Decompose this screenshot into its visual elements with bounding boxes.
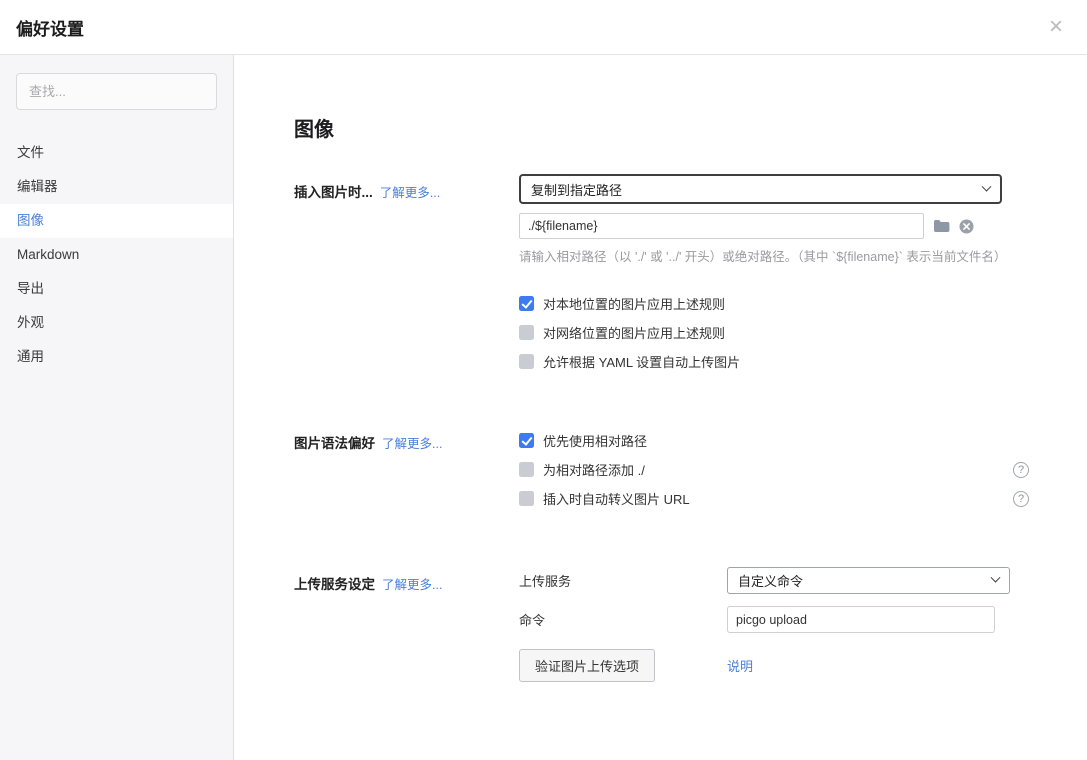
sidebar-item-image[interactable]: 图像	[0, 204, 233, 238]
checkbox-label: 对网络位置的图片应用上述规则	[543, 323, 725, 342]
page-title: 图像	[294, 113, 1031, 142]
upload-command-label: 命令	[519, 610, 727, 629]
checkbox[interactable]	[519, 491, 534, 506]
section-upload-service: 上传服务设定 了解更多... 上传服务 自定义命令 命令	[294, 567, 1031, 694]
copy-path-input[interactable]	[519, 213, 924, 239]
sidebar: 文件 编辑器 图像 Markdown 导出 外观 通用	[0, 55, 234, 760]
close-icon[interactable]: ×	[1043, 13, 1069, 41]
chevron-down-icon	[991, 573, 1001, 583]
checkbox-row-web-images[interactable]: 对网络位置的图片应用上述规则	[519, 322, 1029, 343]
section-label-col: 插入图片时... 了解更多...	[294, 174, 519, 201]
main-panel: 图像 插入图片时... 了解更多... 复制到指定路径	[234, 55, 1087, 760]
sidebar-item-general[interactable]: 通用	[0, 340, 233, 374]
checkbox-label: 为相对路径添加 ./	[543, 460, 645, 479]
upload-command-input[interactable]	[727, 606, 995, 633]
search-box	[16, 73, 217, 110]
checkbox-row-add-dot-slash[interactable]: 为相对路径添加 ./ ?	[519, 459, 1029, 480]
section-upload-title: 上传服务设定	[294, 573, 375, 593]
syntax-learn-more-link[interactable]: 了解更多...	[382, 433, 442, 452]
insert-action-select[interactable]: 复制到指定路径	[519, 174, 1002, 204]
upload-command-row: 命令	[519, 606, 1029, 633]
checkbox[interactable]	[519, 296, 534, 311]
upload-service-label: 上传服务	[519, 571, 727, 590]
section-label-col: 图片语法偏好 了解更多...	[294, 430, 519, 452]
checkbox-label: 对本地位置的图片应用上述规则	[543, 294, 725, 313]
section-label-col: 上传服务设定 了解更多...	[294, 567, 519, 593]
checkbox-row-local-images[interactable]: 对本地位置的图片应用上述规则	[519, 293, 1029, 314]
sidebar-item-editor[interactable]: 编辑器	[0, 170, 233, 204]
checkbox-label: 插入时自动转义图片 URL	[543, 489, 690, 508]
upload-validate-row: 验证图片上传选项 说明	[519, 649, 1029, 682]
search-input[interactable]	[16, 73, 217, 110]
window-header: 偏好设置 ×	[0, 0, 1087, 55]
preferences-window: 偏好设置 × 文件 编辑器 图像 Markdown 导出 外观 通用 图像 插入…	[0, 0, 1087, 760]
help-icon[interactable]: ?	[1013, 462, 1029, 478]
checkbox-row-escape-url[interactable]: 插入时自动转义图片 URL ?	[519, 488, 1029, 509]
insert-learn-more-link[interactable]: 了解更多...	[380, 182, 440, 201]
section-syntax-title: 图片语法偏好	[294, 432, 375, 452]
insert-action-select-value: 复制到指定路径	[531, 180, 622, 199]
section-insert-title: 插入图片时...	[294, 181, 373, 201]
sidebar-item-markdown[interactable]: Markdown	[0, 238, 233, 272]
checkbox-label: 允许根据 YAML 设置自动上传图片	[543, 352, 740, 371]
section-insert-image: 插入图片时... 了解更多... 复制到指定路径	[294, 174, 1031, 380]
checkbox[interactable]	[519, 433, 534, 448]
sidebar-item-appearance[interactable]: 外观	[0, 306, 233, 340]
checkbox-label: 优先使用相对路径	[543, 431, 647, 450]
clear-path-icon[interactable]	[959, 219, 974, 234]
path-hint-text: 请输入相对路径（以 './' 或 '../' 开头）或绝对路径。（其中 `${f…	[519, 246, 1029, 265]
help-icon[interactable]: ?	[1013, 491, 1029, 507]
validate-upload-button[interactable]: 验证图片上传选项	[519, 649, 655, 682]
section-image-syntax: 图片语法偏好 了解更多... 优先使用相对路径 为相对路径添加 ./ ?	[294, 430, 1031, 517]
upload-doc-link[interactable]: 说明	[727, 656, 753, 675]
upload-service-select[interactable]: 自定义命令	[727, 567, 1010, 594]
checkbox[interactable]	[519, 462, 534, 477]
folder-icon[interactable]	[933, 219, 950, 233]
path-row	[519, 213, 1029, 239]
checkbox-row-prefer-relative[interactable]: 优先使用相对路径	[519, 430, 1029, 451]
checkbox[interactable]	[519, 325, 534, 340]
checkbox[interactable]	[519, 354, 534, 369]
upload-learn-more-link[interactable]: 了解更多...	[382, 574, 442, 593]
window-title: 偏好设置	[16, 15, 84, 40]
chevron-down-icon	[982, 181, 992, 191]
upload-service-select-value: 自定义命令	[738, 571, 803, 590]
checkbox-row-yaml-upload[interactable]: 允许根据 YAML 设置自动上传图片	[519, 351, 1029, 372]
sidebar-item-export[interactable]: 导出	[0, 272, 233, 306]
sidebar-item-files[interactable]: 文件	[0, 136, 233, 170]
upload-service-row: 上传服务 自定义命令	[519, 567, 1029, 594]
